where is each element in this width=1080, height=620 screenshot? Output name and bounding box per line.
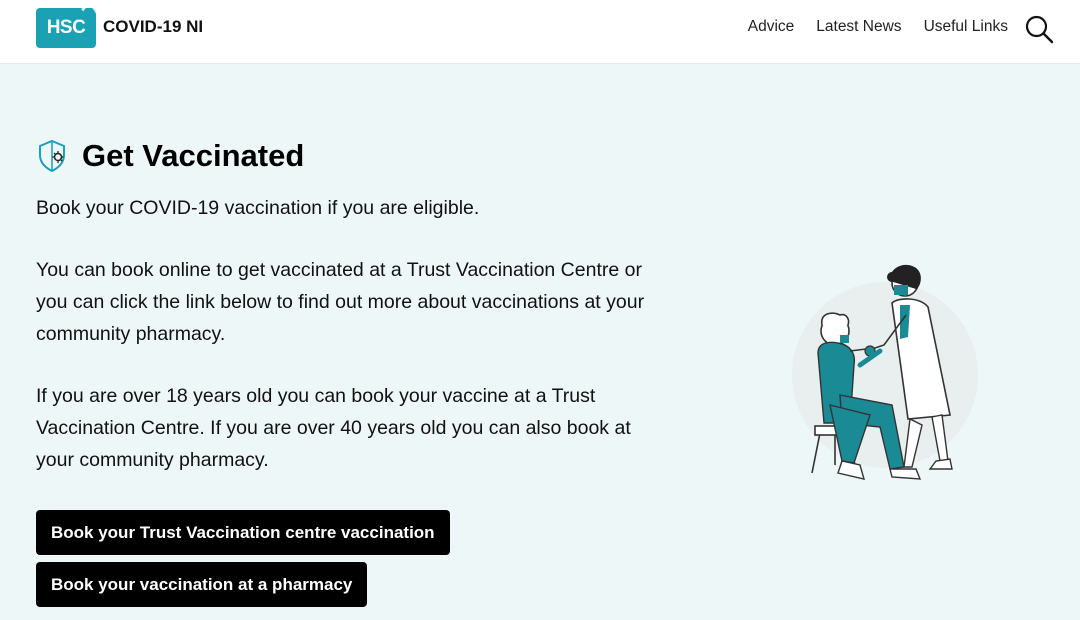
nav-link-latest-news[interactable]: Latest News: [816, 18, 901, 36]
eligibility-paragraph: If you are over 18 years old you can boo…: [36, 385, 631, 471]
site-header: HSC COVID-19 NI Advice Latest News Usefu…: [0, 0, 1080, 64]
book-trust-centre-button[interactable]: Book your Trust Vaccination centre vacci…: [36, 510, 450, 555]
title-row: Get Vaccinated: [36, 138, 656, 174]
logo-swoosh: [76, 8, 96, 48]
main-content: Get Vaccinated Book your COVID-19 vaccin…: [36, 138, 656, 506]
book-pharmacy-button[interactable]: Book your vaccination at a pharmacy: [36, 562, 368, 607]
main-nav: Advice Latest News Useful Links: [748, 18, 1008, 36]
shield-virus-icon: [39, 139, 65, 173]
button-row-pharmacy: Book your vaccination at a pharmacy: [36, 562, 368, 607]
nav-link-useful-links[interactable]: Useful Links: [924, 18, 1008, 36]
button-row-trust: Book your Trust Vaccination centre vacci…: [36, 510, 450, 555]
intro-paragraph: Book your COVID-19 vaccination if you ar…: [36, 197, 480, 219]
page-title: Get Vaccinated: [82, 138, 305, 173]
hsc-logo[interactable]: HSC: [36, 8, 96, 48]
site-title[interactable]: COVID-19 NI: [103, 17, 203, 37]
search-icon[interactable]: [1024, 14, 1054, 44]
vaccination-illustration: [792, 264, 978, 480]
nav-link-advice[interactable]: Advice: [748, 18, 795, 36]
booking-info-paragraph: You can book online to get vaccinated at…: [36, 259, 645, 345]
